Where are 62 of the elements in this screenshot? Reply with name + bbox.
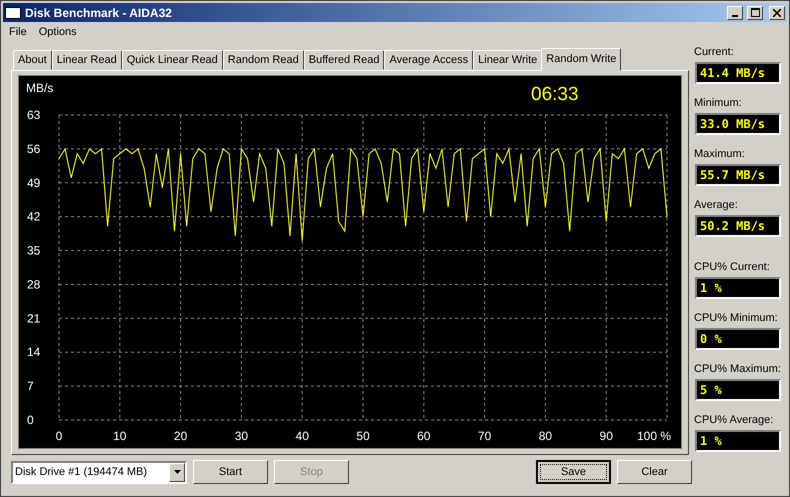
tab[interactable]: Average Access: [384, 50, 474, 70]
y-tick-label: 7: [27, 379, 34, 394]
y-tick-label: 42: [27, 210, 40, 224]
window-title: Disk Benchmark - AIDA32: [25, 6, 173, 20]
drive-dropdown[interactable]: Disk Drive #1 (194474 MB): [11, 460, 187, 484]
stat-value: 5 %: [695, 379, 781, 401]
stat-value: 0 %: [695, 328, 781, 350]
stat-value: 1 %: [695, 277, 781, 299]
stat-label: Average:: [693, 199, 739, 213]
tab[interactable]: Linear Write: [473, 50, 542, 70]
x-tick-label: 80: [538, 429, 552, 443]
stat-value: 55.7 MB/s: [695, 164, 781, 186]
stat-label: CPU% Maximum:: [693, 363, 782, 377]
stat-label: Minimum:: [693, 97, 743, 111]
tab[interactable]: Random Read: [222, 50, 304, 70]
stat-label: Current:: [693, 46, 735, 60]
x-tick-label: 50: [356, 429, 370, 443]
stat-value: 1 %: [695, 430, 781, 452]
tab[interactable]: Buffered Read: [304, 50, 384, 70]
tab[interactable]: About: [13, 50, 52, 70]
x-tick-label: 100 %: [636, 429, 671, 443]
maximize-button[interactable]: [747, 6, 763, 20]
y-tick-label: 56: [27, 142, 40, 156]
stat-label: CPU% Minimum:: [693, 312, 779, 326]
close-button[interactable]: [769, 6, 785, 20]
x-tick-label: 60: [417, 429, 430, 443]
elapsed-timer: 06:33: [531, 84, 579, 105]
y-tick-label: 63: [27, 108, 40, 122]
y-tick-label: 21: [27, 311, 40, 326]
x-tick-label: 30: [234, 429, 248, 443]
y-tick-label: 35: [27, 244, 40, 258]
push-button[interactable]: Clear: [617, 460, 692, 484]
push-button[interactable]: Save: [536, 460, 611, 484]
stat-label: CPU% Average:: [693, 414, 774, 428]
x-tick-label: 70: [478, 429, 492, 443]
maximize-icon: [750, 8, 760, 17]
x-tick-label: 0: [56, 429, 62, 443]
caret-icon: [174, 470, 180, 474]
x-tick-label: 40: [296, 429, 309, 443]
window-icon: [5, 6, 21, 18]
stat-label: CPU% Current:: [693, 261, 771, 275]
stat-label: Maximum:: [693, 148, 746, 162]
push-button[interactable]: Start: [193, 460, 268, 484]
x-tick-label: 90: [600, 429, 613, 443]
stat-value: 50.2 MB/s: [695, 215, 781, 237]
stat-value: 33.0 MB/s: [695, 113, 781, 135]
y-axis-label: MB/s: [26, 81, 54, 95]
y-tick-label: 49: [27, 176, 40, 190]
minimize-button[interactable]: [727, 6, 743, 20]
menu-item[interactable]: File: [3, 24, 33, 40]
tab[interactable]: Quick Linear Read: [122, 50, 223, 70]
x-tick-label: 10: [113, 429, 126, 443]
y-tick-label: 28: [27, 277, 40, 292]
x-tick-label: 20: [174, 429, 188, 443]
tab[interactable]: Linear Read: [52, 50, 122, 70]
y-tick-label: 14: [27, 345, 40, 360]
menu-item[interactable]: Options: [32, 24, 83, 40]
minimize-icon: [732, 14, 738, 16]
close-icon: [773, 8, 781, 16]
stat-value: 41.4 MB/s: [695, 62, 781, 84]
tab[interactable]: Random Write: [541, 48, 622, 71]
y-tick-label: 0: [27, 413, 34, 427]
